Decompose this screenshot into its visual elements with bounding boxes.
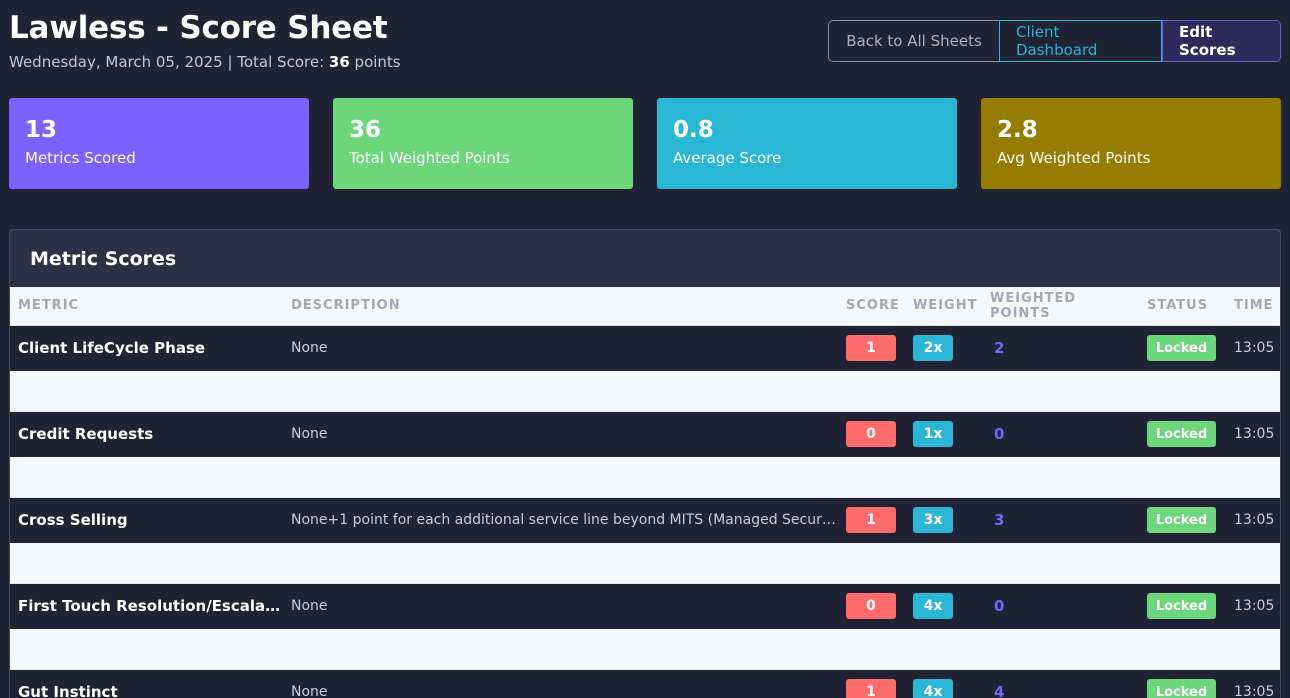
metric-description: None+1 point for each additional service…: [283, 497, 838, 543]
page-subtitle: Wednesday, March 05, 2025 | Total Score:…: [9, 52, 401, 72]
back-to-all-sheets-button[interactable]: Back to All Sheets: [828, 20, 999, 62]
score-badge: 1: [846, 679, 896, 698]
status-cell: Locked: [1139, 583, 1226, 629]
table-header-row: METRIC DESCRIPTION SCORE WEIGHT WEIGHTED…: [10, 287, 1280, 326]
column-header-description[interactable]: DESCRIPTION: [283, 287, 838, 326]
metric-description: None: [283, 411, 838, 457]
column-header-time[interactable]: TIME: [1226, 287, 1280, 326]
stat-label: Average Score: [673, 149, 782, 167]
weight-cell: 2x: [905, 325, 982, 371]
score-cell: 1: [838, 325, 905, 371]
score-cell: 1: [838, 669, 905, 698]
score-badge: 0: [846, 593, 896, 620]
weighted-points: 0: [982, 583, 1139, 629]
metric-name: Cross Selling: [10, 497, 283, 543]
score-cell: 0: [838, 411, 905, 457]
stat-label: Total Weighted Points: [349, 149, 510, 167]
stat-card-metrics-scored: 13 Metrics Scored: [9, 98, 309, 189]
column-header-weight[interactable]: WEIGHT: [905, 287, 982, 326]
score-sheet-page: Lawless - Score Sheet Wednesday, March 0…: [0, 0, 1290, 698]
weight-cell: 4x: [905, 583, 982, 629]
header-button-group: Back to All Sheets Client Dashboard Edit…: [828, 20, 1281, 62]
stat-value: 0.8: [673, 117, 714, 143]
status-cell: Locked: [1139, 497, 1226, 543]
weight-badge: 3x: [913, 507, 953, 534]
status-cell: Locked: [1139, 325, 1226, 371]
panel-title: Metric Scores: [10, 230, 1280, 287]
status-badge: Locked: [1147, 507, 1216, 534]
score-cell: 0: [838, 583, 905, 629]
weighted-points: 4: [982, 669, 1139, 698]
row-spacer-cell: [10, 371, 1280, 412]
stat-card-avg-weighted-points: 2.8 Avg Weighted Points: [981, 98, 1281, 189]
stat-label: Avg Weighted Points: [997, 149, 1151, 167]
score-badge: 1: [846, 335, 896, 362]
table-row[interactable]: Credit Requests None 0 1x 0 Locked 13:05: [10, 411, 1280, 457]
column-header-status[interactable]: STATUS: [1139, 287, 1226, 326]
table-row[interactable]: Cross Selling None+1 point for each addit…: [10, 497, 1280, 543]
stat-value: 36: [349, 117, 382, 143]
total-score-value: 36: [328, 53, 350, 71]
table-row[interactable]: Gut Instinct None 1 4x 4 Locked 13:05: [10, 669, 1280, 698]
table-body: Client LifeCycle Phase None 1 2x 2 Locked 13:0…: [10, 325, 1280, 698]
metric-scores-panel: Metric Scores METRIC DESCRIPTION SCORE W…: [9, 229, 1281, 698]
client-dashboard-button[interactable]: Client Dashboard: [999, 20, 1162, 62]
status-badge: Locked: [1147, 593, 1216, 620]
score-badge: 1: [846, 507, 896, 534]
stat-card-average-score: 0.8 Average Score: [657, 98, 957, 189]
weight-badge: 4x: [913, 679, 953, 698]
metric-description: None: [283, 325, 838, 371]
metric-name: Credit Requests: [10, 411, 283, 457]
total-score-label: | Total Score:: [222, 53, 329, 71]
status-badge: Locked: [1147, 421, 1216, 448]
row-time: 13:05: [1226, 669, 1280, 698]
row-spacer: [10, 457, 1280, 498]
metric-scores-table: METRIC DESCRIPTION SCORE WEIGHT WEIGHTED…: [10, 287, 1280, 698]
row-time: 13:05: [1226, 497, 1280, 543]
sheet-date: Wednesday, March 05, 2025: [9, 53, 223, 71]
row-spacer: [10, 629, 1280, 670]
row-time: 13:05: [1226, 325, 1280, 371]
row-spacer-cell: [10, 457, 1280, 498]
column-header-metric[interactable]: METRIC: [10, 287, 283, 326]
row-spacer: [10, 543, 1280, 584]
row-spacer-cell: [10, 543, 1280, 584]
status-badge: Locked: [1147, 335, 1216, 362]
metric-name: First Touch Resolution/Escalation: [10, 583, 283, 629]
metric-description: None: [283, 583, 838, 629]
weight-cell: 4x: [905, 669, 982, 698]
table-row[interactable]: First Touch Resolution/Escalation None 0 4x…: [10, 583, 1280, 629]
points-suffix: points: [349, 53, 401, 71]
row-spacer: [10, 371, 1280, 412]
row-time: 13:05: [1226, 583, 1280, 629]
edit-scores-button[interactable]: Edit Scores: [1162, 20, 1281, 62]
stat-label: Metrics Scored: [25, 149, 136, 167]
row-spacer-cell: [10, 629, 1280, 670]
stat-value: 13: [25, 117, 58, 143]
weight-cell: 1x: [905, 411, 982, 457]
weighted-points: 2: [982, 325, 1139, 371]
score-badge: 0: [846, 421, 896, 448]
status-cell: Locked: [1139, 411, 1226, 457]
column-header-score[interactable]: SCORE: [838, 287, 905, 326]
weight-badge: 4x: [913, 593, 953, 620]
metric-description: None: [283, 669, 838, 698]
stat-value: 2.8: [997, 117, 1038, 143]
table-row[interactable]: Client LifeCycle Phase None 1 2x 2 Locked 13:0…: [10, 325, 1280, 371]
status-cell: Locked: [1139, 669, 1226, 698]
metric-name: Gut Instinct: [10, 669, 283, 698]
weight-badge: 1x: [913, 421, 953, 448]
score-cell: 1: [838, 497, 905, 543]
status-badge: Locked: [1147, 679, 1216, 698]
row-time: 13:05: [1226, 411, 1280, 457]
stat-card-total-weighted-points: 36 Total Weighted Points: [333, 98, 633, 189]
weighted-points: 3: [982, 497, 1139, 543]
weight-cell: 3x: [905, 497, 982, 543]
page-title: Lawless - Score Sheet: [9, 10, 388, 46]
metric-name: Client LifeCycle Phase: [10, 325, 283, 371]
weighted-points: 0: [982, 411, 1139, 457]
weight-badge: 2x: [913, 335, 953, 362]
column-header-weighted-points[interactable]: WEIGHTED POINTS: [982, 287, 1139, 326]
